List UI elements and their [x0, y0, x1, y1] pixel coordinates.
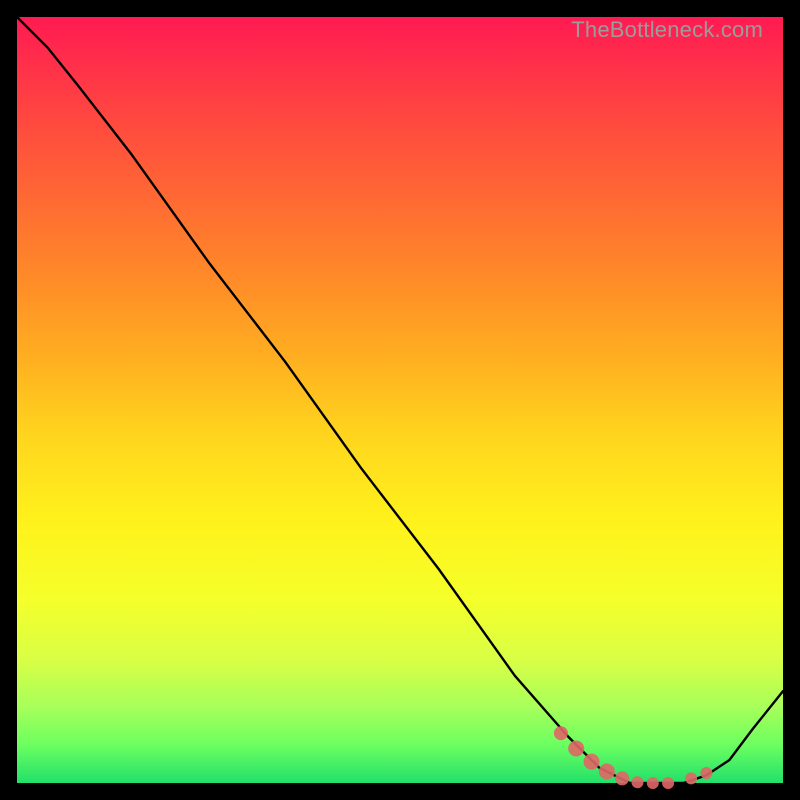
watermark-text: TheBottleneck.com — [571, 17, 763, 43]
highlight-marker — [685, 772, 697, 784]
highlight-markers — [554, 726, 713, 789]
highlight-marker — [700, 767, 712, 779]
highlight-marker — [662, 777, 674, 789]
highlight-marker — [568, 741, 584, 757]
highlight-marker — [647, 777, 659, 789]
highlight-marker — [599, 764, 615, 780]
highlight-marker — [615, 771, 629, 785]
highlight-marker — [554, 726, 568, 740]
chart-svg — [17, 17, 783, 783]
bottleneck-curve-line — [17, 17, 783, 783]
highlight-marker — [632, 776, 644, 788]
highlight-marker — [584, 754, 600, 770]
chart-plot-area: TheBottleneck.com — [17, 17, 783, 783]
chart-frame: TheBottleneck.com — [0, 0, 800, 800]
